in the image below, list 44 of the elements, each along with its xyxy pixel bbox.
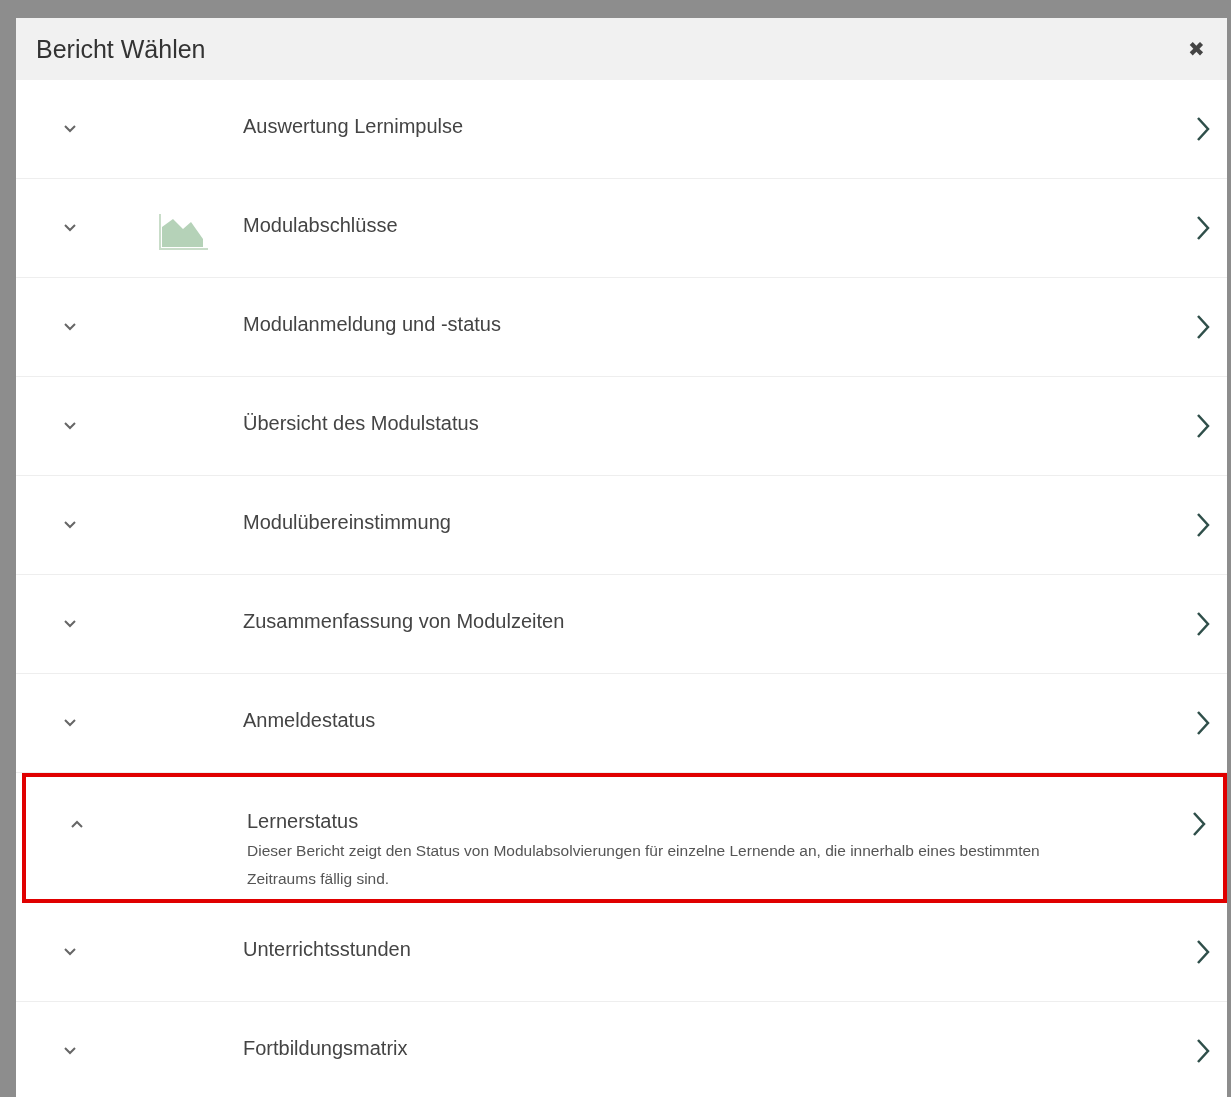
report-title: Übersicht des Modulstatus [243,411,480,435]
caret-icon[interactable] [63,223,77,233]
report-title: Fortbildungsmatrix [243,1036,409,1060]
caret-icon[interactable] [63,421,77,431]
report-title: Unterrichtsstunden [243,937,412,961]
report-title: Anmeldestatus [243,708,377,732]
close-button[interactable]: ✖ [1188,37,1205,61]
chevron-right-icon[interactable] [1195,314,1211,340]
report-title: Auswertung Lernimpulse [243,114,465,138]
chevron-right-icon[interactable] [1195,116,1211,142]
caret-icon[interactable] [63,520,77,530]
report-title: Modulanmeldung und -status [243,312,502,336]
report-item[interactable]: Unterrichtsstunden [16,903,1227,1002]
report-item[interactable]: Anmeldestatus [16,674,1227,773]
caret-icon[interactable] [70,819,84,829]
report-item[interactable]: Modulanmeldung und -status [16,278,1227,377]
chevron-right-icon[interactable] [1195,611,1211,637]
chevron-right-icon[interactable] [1195,710,1211,736]
chevron-right-icon[interactable] [1195,215,1211,241]
report-title: Modulübereinstimmung [243,510,452,534]
caret-icon[interactable] [63,619,77,629]
report-item[interactable]: Modulübereinstimmung [16,476,1227,575]
caret-icon[interactable] [63,124,77,134]
report-title: Lernerstatus [247,809,360,833]
report-item[interactable]: Modulabschlüsse [16,179,1227,278]
chevron-right-icon[interactable] [1191,811,1207,837]
report-description: Dieser Bericht zeigt den Status von Modulabsolvierungen für einzelne Lernende an, die innerhalb eines bestimmten Zeitraums fällig sind. [247,841,1041,889]
chevron-right-icon[interactable] [1195,1038,1211,1064]
caret-icon[interactable] [63,322,77,332]
report-item[interactable]: Lernerstatus Dieser Bericht zeigt den Status von Modulabsolvierungen für einzelne Lernende an, die innerhalb eines bestimmten Zeitraums fällig sind. [22,773,1227,903]
chevron-right-icon[interactable] [1195,939,1211,965]
area-chart-icon [158,213,209,251]
report-item[interactable]: Auswertung Lernimpulse [16,80,1227,179]
report-title: Zusammenfassung von Modulzeiten [243,609,566,633]
report-title: Modulabschlüsse [243,213,399,237]
report-item[interactable]: Übersicht des Modulstatus [16,377,1227,476]
caret-icon[interactable] [63,718,77,728]
report-item[interactable]: Fortbildungsmatrix [16,1002,1227,1097]
chevron-right-icon[interactable] [1195,512,1211,538]
chevron-right-icon[interactable] [1195,413,1211,439]
caret-icon[interactable] [63,947,77,957]
caret-icon[interactable] [63,1046,77,1056]
report-item[interactable]: Zusammenfassung von Modulzeiten [16,575,1227,674]
dialog-title: Bericht Wählen [36,34,206,64]
